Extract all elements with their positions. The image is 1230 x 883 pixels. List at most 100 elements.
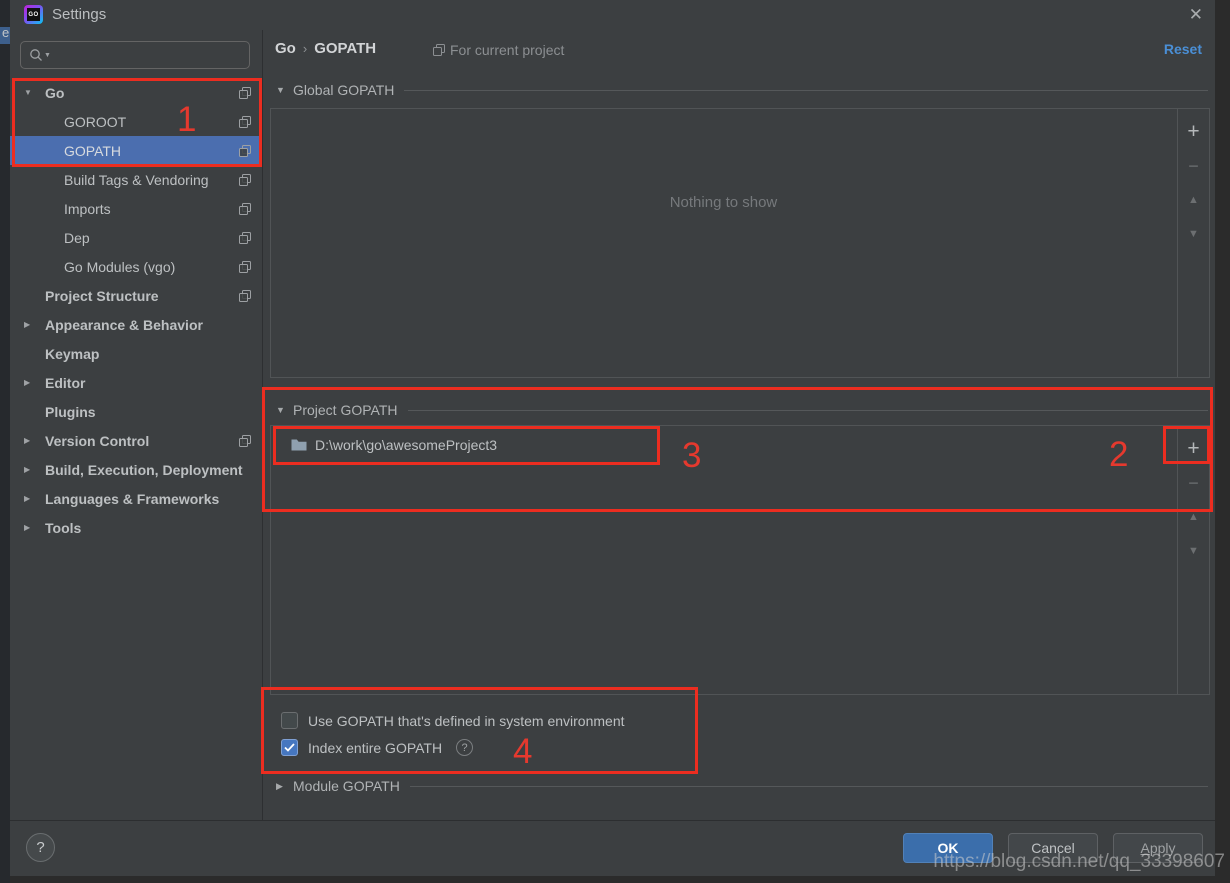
gopath-entry-label: D:\work\go\awesomeProject3 — [315, 436, 498, 453]
sidebar-item-imports[interactable]: Imports — [10, 194, 262, 223]
sidebar-item-label: GOPATH — [64, 142, 122, 159]
sidebar-item-keymap[interactable]: Keymap — [10, 339, 262, 368]
help-button[interactable]: ? — [26, 833, 55, 862]
project-gopath-list[interactable]: D:\work\go\awesomeProject3 + − ▲ ▼ — [270, 425, 1210, 695]
sidebar-item-build-execution-deployment[interactable]: ▶ Build, Execution, Deployment — [10, 455, 262, 484]
sidebar-item-label: Build Tags & Vendoring — [64, 171, 209, 188]
per-project-settings-icon — [433, 44, 445, 56]
project-gopath-header[interactable]: ▼ Project GOPATH — [276, 402, 1208, 418]
index-entire-gopath-label: Index entire GOPATH — [308, 739, 443, 756]
background-text-fragment: e — [2, 25, 10, 40]
settings-sidebar: ▼ ▼ Go GOROOT GOPATH Build Tags & Vendoring I… — [10, 30, 263, 820]
chevron-right-icon[interactable]: ▶ — [24, 320, 39, 329]
scope-note-label: For current project — [450, 42, 565, 58]
breadcrumb-gopath: GOPATH — [314, 40, 377, 57]
settings-dialog: GO Settings ✕ ▼ ▼ Go GOROOT GOPATH Build Tag… — [10, 0, 1215, 876]
use-system-gopath-row: Use GOPATH that's defined in system envi… — [281, 712, 625, 729]
chevron-right-icon[interactable]: ▶ — [276, 781, 293, 792]
sidebar-item-appearance-behavior[interactable]: ▶ Appearance & Behavior — [10, 310, 262, 339]
per-project-settings-icon — [239, 289, 251, 302]
sidebar-item-gopath[interactable]: GOPATH — [10, 136, 262, 165]
chevron-right-icon[interactable]: ▶ — [24, 436, 39, 445]
folder-icon — [291, 438, 307, 451]
per-project-settings-icon — [239, 260, 251, 273]
plus-button[interactable]: + — [1178, 432, 1209, 466]
scope-note: For current project — [433, 42, 564, 58]
sidebar-item-label: Plugins — [45, 403, 96, 420]
index-entire-gopath-checkbox[interactable] — [281, 739, 298, 756]
use-system-gopath-label: Use GOPATH that's defined in system envi… — [308, 712, 625, 729]
minus-button: − — [1188, 155, 1199, 176]
sidebar-item-go[interactable]: ▼ Go — [10, 78, 262, 107]
section-title: Project GOPATH — [293, 402, 398, 418]
section-title: Module GOPATH — [293, 778, 400, 794]
sidebar-item-tools[interactable]: ▶ Tools — [10, 513, 262, 542]
per-project-settings-icon — [239, 202, 251, 215]
section-rule — [409, 785, 1208, 787]
chevron-down-icon[interactable]: ▼ — [276, 85, 293, 95]
sidebar-item-label: Tools — [45, 519, 82, 536]
search-history-chevron-icon[interactable]: ▼ — [44, 52, 51, 59]
sidebar-item-version-control[interactable]: ▶ Version Control — [10, 426, 262, 455]
empty-list-message: Nothing to show — [669, 194, 778, 211]
sidebar-item-plugins[interactable]: Plugins — [10, 397, 262, 426]
background-window-edge — [0, 0, 10, 883]
down-button: ▼ — [1188, 545, 1199, 557]
up-button: ▲ — [1188, 194, 1199, 206]
close-icon[interactable]: ✕ — [1189, 5, 1203, 25]
sidebar-item-label: Editor — [45, 374, 86, 391]
chevron-right-icon[interactable]: ▶ — [24, 523, 39, 532]
section-title: Global GOPATH — [293, 82, 395, 98]
sidebar-item-languages-frameworks[interactable]: ▶ Languages & Frameworks — [10, 484, 262, 513]
sidebar-item-label: Keymap — [45, 345, 100, 362]
help-icon[interactable]: ? — [456, 739, 474, 756]
window-title: Settings — [52, 6, 107, 23]
sidebar-item-project-structure[interactable]: Project Structure — [10, 281, 262, 310]
chevron-down-icon[interactable]: ▼ — [276, 405, 293, 415]
per-project-settings-icon — [239, 144, 251, 157]
up-button: ▲ — [1188, 511, 1199, 523]
global-gopath-header[interactable]: ▼ Global GOPATH — [276, 82, 1208, 98]
sidebar-item-label: GOROOT — [64, 113, 127, 130]
reset-link[interactable]: Reset — [1164, 41, 1202, 57]
sidebar-item-label: Build, Execution, Deployment — [45, 461, 243, 478]
sidebar-item-go-modules-vgo[interactable]: Go Modules (vgo) — [10, 252, 262, 281]
per-project-settings-icon — [239, 434, 251, 447]
use-system-gopath-checkbox[interactable] — [281, 712, 298, 729]
breadcrumb-go: Go — [275, 40, 296, 57]
index-entire-gopath-row: Index entire GOPATH ? — [281, 739, 474, 756]
chevron-right-icon[interactable]: ▶ — [24, 494, 39, 503]
minus-button: − — [1188, 472, 1199, 493]
sidebar-item-dep[interactable]: Dep — [10, 223, 262, 252]
chevron-down-icon[interactable]: ▼ — [24, 88, 39, 97]
sidebar-item-goroot[interactable]: GOROOT — [10, 107, 262, 136]
plus-button[interactable]: + — [1178, 115, 1209, 149]
search-icon — [29, 48, 43, 62]
gopath-entry[interactable]: D:\work\go\awesomeProject3 — [272, 430, 1175, 459]
sidebar-item-label: Version Control — [45, 432, 150, 449]
sidebar-item-editor[interactable]: ▶ Editor — [10, 368, 262, 397]
sidebar-item-label: Appearance & Behavior — [45, 316, 203, 333]
sidebar-item-build-tags-vendoring[interactable]: Build Tags & Vendoring — [10, 165, 262, 194]
sidebar-item-label: Languages & Frameworks — [45, 490, 220, 507]
title-bar: GO Settings ✕ — [10, 0, 1215, 30]
per-project-settings-icon — [239, 173, 251, 186]
sidebar-item-label: Dep — [64, 229, 90, 246]
section-rule — [404, 89, 1208, 91]
per-project-settings-icon — [239, 231, 251, 244]
down-button: ▼ — [1188, 228, 1199, 240]
sidebar-item-label: Project Structure — [45, 287, 159, 304]
global-gopath-list[interactable]: Nothing to show + − ▲ ▼ — [270, 108, 1210, 378]
settings-content: Go › GOPATH For current project Reset ▼ Gl… — [263, 30, 1215, 820]
chevron-right-icon[interactable]: ▶ — [24, 378, 39, 387]
module-gopath-header[interactable]: ▶ Module GOPATH — [276, 778, 1208, 794]
sidebar-item-label: Go — [45, 84, 65, 101]
per-project-settings-icon — [239, 115, 251, 128]
chevron-right-icon[interactable]: ▶ — [24, 465, 39, 474]
sidebar-item-label: Go Modules (vgo) — [64, 258, 176, 275]
sidebar-item-label: Imports — [64, 200, 111, 217]
section-rule — [407, 409, 1208, 411]
search-input[interactable]: ▼ — [20, 41, 250, 69]
per-project-settings-icon — [239, 86, 251, 99]
project-gopath-toolbar: + − ▲ ▼ — [1177, 426, 1209, 694]
